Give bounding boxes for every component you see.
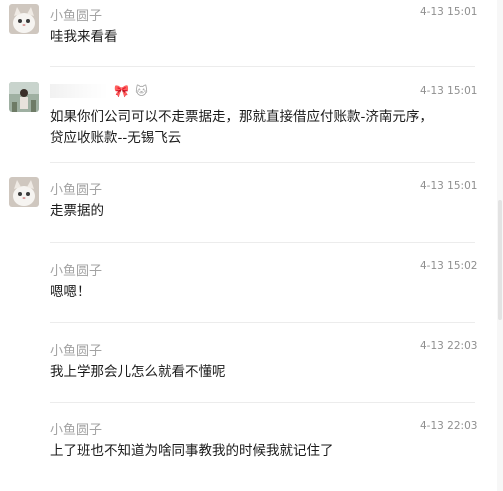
person-avatar-icon[interactable] (9, 82, 39, 112)
chat-message: 小鱼圆子 4-13 22:03 我上学那会儿怎么就看不懂呢 (0, 323, 480, 403)
message-text: 上了班也不知道为啥同事教我的时候我就记住了 (50, 441, 480, 462)
message-line: 上了班也不知道为啥同事教我的时候我就记住了 (50, 443, 334, 459)
cat-avatar-icon[interactable] (9, 177, 39, 207)
chat-message: 小鱼圆子 4-13 15:01 哇我来看看 (0, 0, 480, 70)
cat-avatar-icon[interactable] (9, 4, 39, 34)
scroll-thumb[interactable] (498, 200, 502, 320)
message-line: 嗯嗯！ (50, 284, 91, 300)
divider (50, 162, 475, 163)
message-text: 我上学那会儿怎么就看不懂呢 (50, 362, 480, 383)
message-time: 4-13 15:01 (420, 6, 478, 18)
message-time: 4-13 22:03 (420, 420, 478, 432)
chat-message: 小鱼圆子 4-13 15:01 走票据的 (0, 165, 480, 243)
sender-name[interactable]: 小鱼圆子 (50, 340, 102, 359)
chat-message: 小鱼圆子 4-13 15:02 嗯嗯！ (0, 243, 480, 323)
cat-emoji: 🐱 (135, 83, 148, 98)
sender-name[interactable]: 小鱼圆子 (50, 419, 102, 438)
divider (50, 66, 475, 67)
message-text: 哇我来看看 (50, 27, 480, 48)
chat-message: 🎀 🐱 4-13 15:01 如果你们公司可以不走票据走，那就直接借应付账款-济… (0, 70, 480, 165)
message-time: 4-13 15:02 (420, 260, 478, 272)
message-text: 如果你们公司可以不走票据走，那就直接借应付账款-济南元序， 贷应收账款--无锡飞… (50, 107, 480, 149)
message-line: 如果你们公司可以不走票据走，那就直接借应付账款-济南元序， (50, 109, 433, 125)
message-line: 我上学那会儿怎么就看不懂呢 (50, 364, 226, 380)
sender-name[interactable]: 小鱼圆子 (50, 260, 102, 279)
message-line: 哇我来看看 (50, 29, 118, 45)
message-text: 嗯嗯！ (50, 282, 480, 303)
message-time: 4-13 15:01 (420, 85, 478, 97)
ribbon-emoji: 🎀 (114, 83, 130, 98)
message-line: 走票据的 (50, 203, 104, 219)
scrollbar[interactable] (497, 0, 503, 491)
chat-message: 小鱼圆子 4-13 22:03 上了班也不知道为啥同事教我的时候我就记住了 (0, 403, 480, 491)
message-time: 4-13 15:01 (420, 180, 478, 192)
redacted-name (50, 83, 108, 98)
sender-name[interactable]: 🎀 🐱 (50, 83, 148, 98)
chat-feed: 小鱼圆子 4-13 15:01 哇我来看看 🎀 🐱 4-13 15:01 如果你… (0, 0, 503, 491)
sender-name[interactable]: 小鱼圆子 (50, 5, 102, 24)
message-text: 走票据的 (50, 201, 480, 222)
sender-name[interactable]: 小鱼圆子 (50, 179, 102, 198)
message-line: 贷应收账款--无锡飞云 (50, 130, 182, 146)
message-time: 4-13 22:03 (420, 340, 478, 352)
